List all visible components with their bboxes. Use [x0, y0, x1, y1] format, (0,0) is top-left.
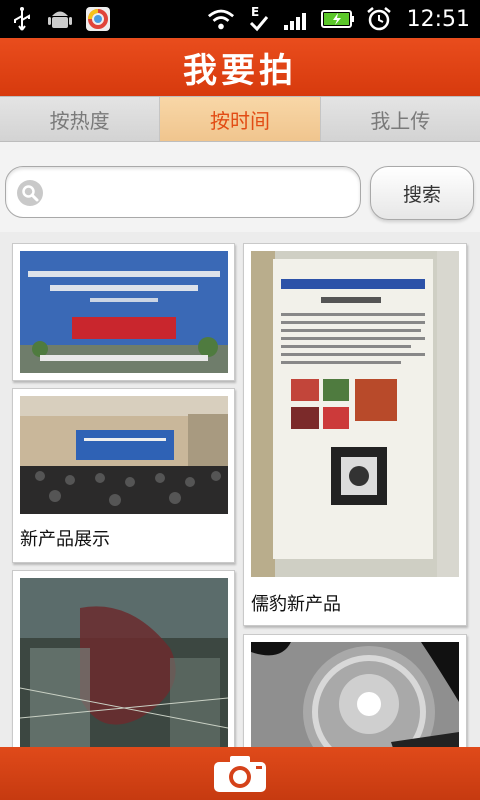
usb-icon: [8, 5, 36, 33]
photo-card[interactable]: 儒豹新产品: [243, 243, 467, 626]
bottom-bar: [0, 747, 480, 800]
wifi-icon: [207, 5, 235, 33]
search-input[interactable]: [52, 175, 352, 209]
photo-caption: 儒豹新产品: [251, 594, 341, 615]
battery-charging-icon: [320, 5, 355, 33]
search-row: 搜索: [0, 142, 480, 232]
photo-thumbnail: [20, 578, 228, 747]
page-title: 我要拍: [183, 50, 297, 91]
photo-caption: 新产品展示: [20, 529, 110, 550]
status-bar: E 12:51: [0, 0, 480, 38]
search-icon: [16, 179, 44, 207]
android-debug-icon: [46, 5, 74, 33]
tab-by-popularity[interactable]: 按热度: [0, 97, 161, 141]
tab-bar: 按热度 按时间 我上传: [0, 96, 480, 142]
photo-card[interactable]: [243, 634, 467, 747]
sync-icon: E: [245, 5, 273, 33]
camera-icon[interactable]: [212, 754, 268, 794]
app-header: 我要拍: [0, 38, 480, 96]
alarm-icon: [365, 5, 393, 33]
photo-grid: 新产品展示 儒豹新产品: [0, 232, 480, 747]
app-notification-icon: [84, 5, 112, 33]
photo-card[interactable]: 新产品展示: [12, 388, 235, 563]
tab-by-time[interactable]: 按时间: [160, 97, 321, 141]
photo-thumbnail: [20, 251, 228, 373]
photo-thumbnail: [20, 396, 228, 514]
svg-text:E: E: [251, 5, 259, 19]
signal-icon: [283, 5, 311, 33]
photo-thumbnail: [251, 642, 459, 747]
search-box[interactable]: [5, 166, 361, 218]
photo-thumbnail: [251, 251, 459, 577]
tab-my-uploads[interactable]: 我上传: [320, 97, 480, 141]
photo-card[interactable]: [12, 243, 235, 381]
search-button[interactable]: 搜索: [370, 166, 474, 220]
status-time: 12:51: [406, 6, 470, 32]
photo-card[interactable]: [12, 570, 235, 747]
